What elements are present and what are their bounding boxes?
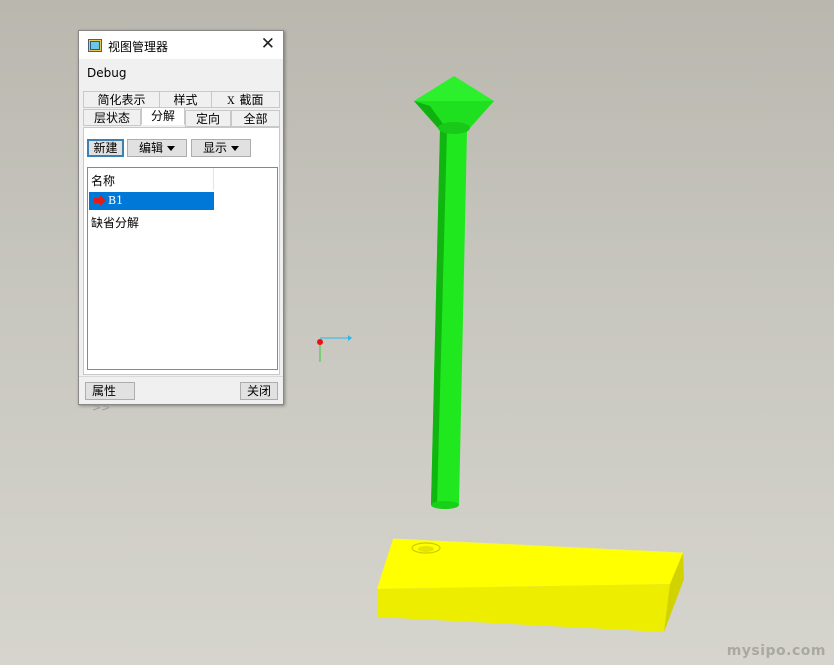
- tab-explode[interactable]: 分解: [141, 107, 185, 125]
- dialog-title: 视图管理器: [108, 40, 169, 54]
- base-plate-part[interactable]: [377, 538, 684, 632]
- dialog-titlebar[interactable]: 视图管理器 ✕: [79, 31, 283, 59]
- list-item-label: B1: [108, 194, 124, 207]
- name-column-label: 名称: [91, 174, 116, 188]
- tab-orient[interactable]: 定向: [185, 110, 231, 127]
- properties-label: 属性: [92, 384, 117, 398]
- pin-part[interactable]: [414, 76, 494, 509]
- tab-style[interactable]: 样式: [159, 91, 212, 108]
- new-button-label: 新建: [93, 141, 118, 155]
- close-button[interactable]: 关闭: [240, 382, 278, 400]
- chevron-down-icon: [167, 146, 175, 151]
- list-item-label: 缺省分解: [91, 216, 140, 230]
- tab-layer-state[interactable]: 层状态: [83, 109, 141, 126]
- list-item-b1[interactable]: B1: [89, 192, 214, 210]
- list-item-default-explode[interactable]: 缺省分解: [91, 214, 139, 231]
- section-icon: X: [227, 96, 235, 107]
- tab-all[interactable]: 全部: [231, 110, 280, 127]
- edit-menu-button[interactable]: 编辑: [127, 139, 187, 157]
- close-icon[interactable]: ✕: [261, 34, 275, 54]
- explode-state-list[interactable]: 名称 B1 缺省分解: [87, 167, 278, 370]
- list-column-header[interactable]: 名称: [88, 168, 214, 190]
- new-button[interactable]: 新建: [87, 139, 124, 157]
- tab-label: 截面: [239, 93, 264, 107]
- footer-divider: [79, 376, 283, 377]
- tab-section[interactable]: X 截面: [211, 91, 280, 108]
- tab-label: 样式: [173, 93, 198, 107]
- watermark: mysipo.com: [726, 643, 826, 659]
- edit-button-label: 编辑: [138, 141, 163, 155]
- properties-button[interactable]: 属性 >>: [85, 382, 135, 414]
- tab-label: 定向: [195, 112, 220, 126]
- red-arrow-icon: [94, 195, 106, 206]
- double-chevron-right-icon: >>: [92, 401, 111, 414]
- display-button-label: 显示: [202, 141, 227, 155]
- tab-label: 分解: [150, 109, 175, 123]
- close-button-label: 关闭: [246, 384, 271, 398]
- view-manager-icon: [88, 39, 102, 52]
- tab-simplified-rep[interactable]: 简化表示: [83, 91, 160, 108]
- tab-label: 简化表示: [97, 93, 146, 107]
- coordinate-system-icon: [317, 335, 352, 362]
- display-menu-button[interactable]: 显示: [191, 139, 251, 157]
- tab-label: 层状态: [93, 111, 130, 125]
- chevron-down-icon: [231, 146, 239, 151]
- debug-label: Debug: [87, 66, 127, 80]
- tab-label: 全部: [243, 112, 268, 126]
- view-manager-dialog: 视图管理器 ✕ Debug 简化表示 样式 X 截面 层状态 分解 定向 全部 新…: [78, 30, 284, 414]
